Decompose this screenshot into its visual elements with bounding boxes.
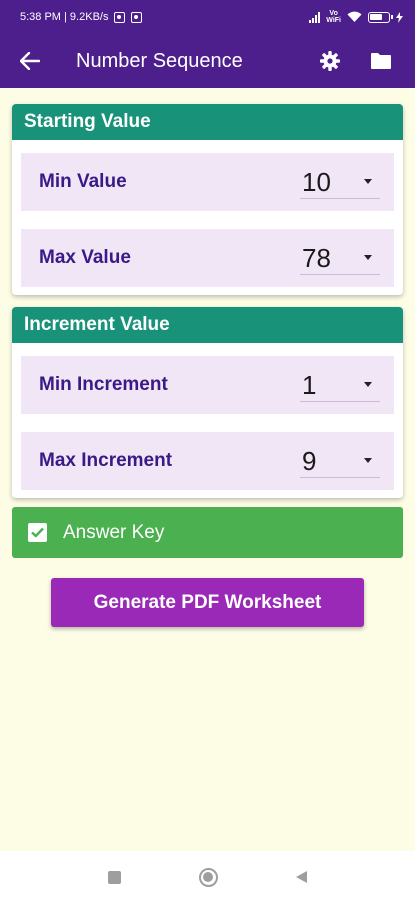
increment-value-header: Increment Value xyxy=(12,307,403,343)
circle-icon xyxy=(198,867,218,887)
starting-value-card: Starting Value Min Value 10 Max Value 78 xyxy=(12,104,403,295)
increment-value-card: Increment Value Min Increment 1 Max Incr… xyxy=(12,307,403,498)
vowifi-line2: WiFi xyxy=(326,17,341,24)
back-button[interactable] xyxy=(0,34,60,88)
max-increment-row: Max Increment 9 xyxy=(21,432,394,490)
gear-icon xyxy=(320,51,340,71)
max-increment-label: Max Increment xyxy=(39,450,173,471)
max-value-dropdown[interactable]: 78 xyxy=(300,241,380,275)
wifi-icon xyxy=(347,11,362,22)
min-increment-row: Min Increment 1 xyxy=(21,356,394,414)
max-increment-dropdown[interactable]: 9 xyxy=(300,444,380,478)
arrow-left-icon xyxy=(20,52,40,70)
min-increment-selected: 1 xyxy=(302,370,317,400)
square-icon xyxy=(107,870,121,884)
system-nav-bar xyxy=(0,851,415,900)
answer-key-toggle[interactable]: Answer Key xyxy=(12,507,403,558)
min-value-selected: 10 xyxy=(302,167,331,197)
min-increment-label: Min Increment xyxy=(39,374,168,395)
recents-button[interactable] xyxy=(102,865,126,889)
dropdown-arrow-icon xyxy=(364,458,372,463)
max-value-selected: 78 xyxy=(302,243,331,273)
battery-icon xyxy=(368,11,393,23)
status-right: Vo WiFi xyxy=(309,10,403,24)
page-title: Number Sequence xyxy=(76,49,243,72)
notification-icon xyxy=(114,11,126,23)
generate-pdf-button[interactable]: Generate PDF Worksheet xyxy=(51,578,364,627)
triangle-back-icon xyxy=(295,871,307,883)
min-increment-dropdown[interactable]: 1 xyxy=(300,368,380,402)
max-increment-selected: 9 xyxy=(302,446,317,476)
home-button[interactable] xyxy=(196,865,220,889)
dropdown-arrow-icon xyxy=(364,255,372,260)
folder-button[interactable] xyxy=(359,34,403,88)
notification-icon-2 xyxy=(131,11,143,23)
min-value-dropdown[interactable]: 10 xyxy=(300,165,380,199)
checkbox-checked-icon[interactable] xyxy=(28,523,47,542)
starting-value-header: Starting Value xyxy=(12,104,403,140)
status-time-speed: 5:38 PM | 9.2KB/s xyxy=(20,11,109,23)
max-value-label: Max Value xyxy=(39,247,131,268)
settings-button[interactable] xyxy=(308,34,352,88)
charging-icon xyxy=(396,11,403,23)
dropdown-arrow-icon xyxy=(364,382,372,387)
min-value-row: Min Value 10 xyxy=(21,153,394,211)
min-value-label: Min Value xyxy=(39,171,127,192)
max-value-row: Max Value 78 xyxy=(21,229,394,287)
dropdown-arrow-icon xyxy=(364,179,372,184)
folder-icon xyxy=(371,53,391,69)
back-nav-button[interactable] xyxy=(289,865,313,889)
status-left: 5:38 PM | 9.2KB/s xyxy=(20,11,143,23)
answer-key-label: Answer Key xyxy=(63,521,165,543)
vowifi-indicator: Vo WiFi xyxy=(326,10,341,24)
vowifi-line1: Vo xyxy=(329,10,338,17)
signal-icon xyxy=(309,11,321,23)
status-bar: 5:38 PM | 9.2KB/s Vo WiFi xyxy=(0,0,415,34)
app-bar: Number Sequence xyxy=(0,34,415,88)
